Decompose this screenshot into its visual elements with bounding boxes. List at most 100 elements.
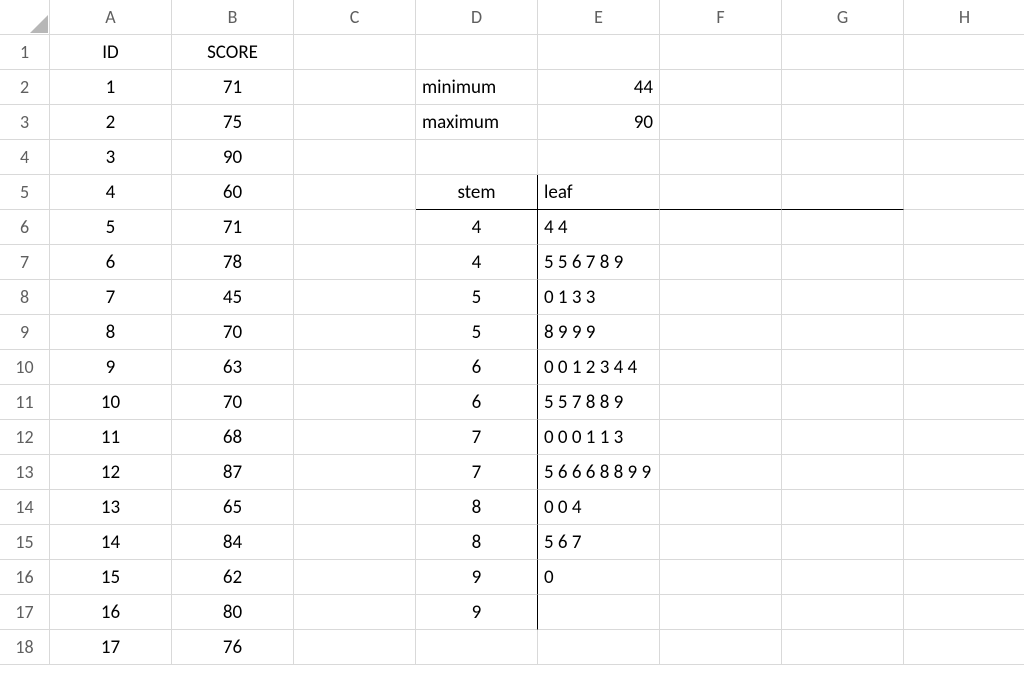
cell-A6[interactable]: 5	[50, 210, 172, 245]
cell-G8[interactable]	[782, 280, 904, 315]
row-header-16[interactable]: 16	[0, 560, 50, 595]
cell-A7[interactable]: 6	[50, 245, 172, 280]
cell-C15[interactable]	[294, 525, 416, 560]
cell-A13[interactable]: 12	[50, 455, 172, 490]
cell-F5[interactable]	[660, 175, 782, 210]
cell-B4[interactable]: 90	[172, 140, 294, 175]
cell-F11[interactable]	[660, 385, 782, 420]
cell-B1[interactable]: SCORE	[172, 35, 294, 70]
cell-F9[interactable]	[660, 315, 782, 350]
cell-C11[interactable]	[294, 385, 416, 420]
cell-F16[interactable]	[660, 560, 782, 595]
cell-A11[interactable]: 10	[50, 385, 172, 420]
leaf-cell[interactable]	[538, 595, 660, 630]
cell-C3[interactable]	[294, 105, 416, 140]
col-header-H[interactable]: H	[904, 0, 1024, 35]
cell-F4[interactable]	[660, 140, 782, 175]
cell-B6[interactable]: 71	[172, 210, 294, 245]
leaf-cell[interactable]: 8 9 9 9	[538, 315, 660, 350]
col-header-D[interactable]: D	[416, 0, 538, 35]
cell-H17[interactable]	[904, 595, 1024, 630]
cell-D18[interactable]	[416, 630, 538, 665]
cell-B7[interactable]: 78	[172, 245, 294, 280]
cell-G13[interactable]	[782, 455, 904, 490]
col-header-F[interactable]: F	[660, 0, 782, 35]
row-header-15[interactable]: 15	[0, 525, 50, 560]
cell-C12[interactable]	[294, 420, 416, 455]
cell-F2[interactable]	[660, 70, 782, 105]
leaf-cell[interactable]: 0 0 4	[538, 490, 660, 525]
cell-G5[interactable]	[782, 175, 904, 210]
cell-G14[interactable]	[782, 490, 904, 525]
cell-A17[interactable]: 16	[50, 595, 172, 630]
cell-B15[interactable]: 84	[172, 525, 294, 560]
cell-C6[interactable]	[294, 210, 416, 245]
cell-G7[interactable]	[782, 245, 904, 280]
leaf-cell[interactable]: 5 6 6 6 8 8 9 9	[538, 455, 660, 490]
cell-E1[interactable]	[538, 35, 660, 70]
cell-G11[interactable]	[782, 385, 904, 420]
col-header-B[interactable]: B	[172, 0, 294, 35]
spreadsheet-grid[interactable]: ABCDEFGH1IDSCORE2171minimum443275maximum…	[0, 0, 1024, 665]
row-header-12[interactable]: 12	[0, 420, 50, 455]
cell-H13[interactable]	[904, 455, 1024, 490]
cell-A16[interactable]: 15	[50, 560, 172, 595]
cell-H5[interactable]	[904, 175, 1024, 210]
leaf-cell[interactable]: 5 5 7 8 8 9	[538, 385, 660, 420]
stem-header[interactable]: stem	[416, 175, 538, 210]
cell-B18[interactable]: 76	[172, 630, 294, 665]
stem-cell[interactable]: 9	[416, 560, 538, 595]
cell-H14[interactable]	[904, 490, 1024, 525]
row-header-18[interactable]: 18	[0, 630, 50, 665]
cell-F3[interactable]	[660, 105, 782, 140]
stem-cell[interactable]: 5	[416, 280, 538, 315]
cell-G9[interactable]	[782, 315, 904, 350]
cell-C5[interactable]	[294, 175, 416, 210]
stem-cell[interactable]: 6	[416, 385, 538, 420]
cell-E4[interactable]	[538, 140, 660, 175]
cell-A5[interactable]: 4	[50, 175, 172, 210]
cell-F7[interactable]	[660, 245, 782, 280]
cell-F14[interactable]	[660, 490, 782, 525]
cell-G6[interactable]	[782, 210, 904, 245]
cell-A4[interactable]: 3	[50, 140, 172, 175]
cell-G12[interactable]	[782, 420, 904, 455]
cell-A10[interactable]: 9	[50, 350, 172, 385]
cell-H1[interactable]	[904, 35, 1024, 70]
select-all-corner[interactable]	[0, 0, 50, 35]
cell-B12[interactable]: 68	[172, 420, 294, 455]
row-header-11[interactable]: 11	[0, 385, 50, 420]
cell-F6[interactable]	[660, 210, 782, 245]
stem-cell[interactable]: 7	[416, 420, 538, 455]
stem-cell[interactable]: 4	[416, 245, 538, 280]
cell-F15[interactable]	[660, 525, 782, 560]
cell-G4[interactable]	[782, 140, 904, 175]
cell-G10[interactable]	[782, 350, 904, 385]
cell-B14[interactable]: 65	[172, 490, 294, 525]
col-header-E[interactable]: E	[538, 0, 660, 35]
cell-C9[interactable]	[294, 315, 416, 350]
stem-cell[interactable]: 6	[416, 350, 538, 385]
cell-D3[interactable]: maximum	[416, 105, 538, 140]
col-header-A[interactable]: A	[50, 0, 172, 35]
cell-G15[interactable]	[782, 525, 904, 560]
cell-A15[interactable]: 14	[50, 525, 172, 560]
stem-cell[interactable]: 7	[416, 455, 538, 490]
row-header-6[interactable]: 6	[0, 210, 50, 245]
cell-C1[interactable]	[294, 35, 416, 70]
row-header-17[interactable]: 17	[0, 595, 50, 630]
cell-H9[interactable]	[904, 315, 1024, 350]
cell-B11[interactable]: 70	[172, 385, 294, 420]
cell-H7[interactable]	[904, 245, 1024, 280]
cell-B17[interactable]: 80	[172, 595, 294, 630]
cell-G18[interactable]	[782, 630, 904, 665]
cell-C14[interactable]	[294, 490, 416, 525]
cell-B2[interactable]: 71	[172, 70, 294, 105]
cell-H8[interactable]	[904, 280, 1024, 315]
row-header-5[interactable]: 5	[0, 175, 50, 210]
row-header-2[interactable]: 2	[0, 70, 50, 105]
cell-E18[interactable]	[538, 630, 660, 665]
row-header-1[interactable]: 1	[0, 35, 50, 70]
cell-C10[interactable]	[294, 350, 416, 385]
cell-H11[interactable]	[904, 385, 1024, 420]
